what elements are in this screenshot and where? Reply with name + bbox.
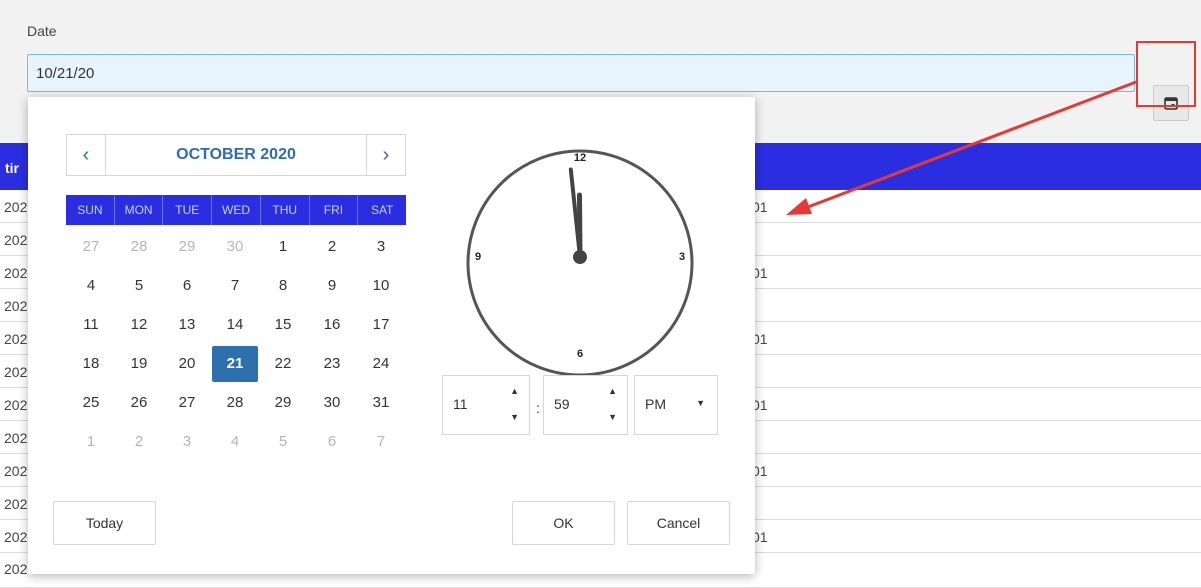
calendar-day[interactable]: 28: [212, 385, 258, 421]
ampm-select[interactable]: PM ▼: [634, 375, 718, 435]
cell-time: 202: [4, 529, 28, 545]
cell-time: 202: [4, 364, 28, 380]
calendar-day[interactable]: 25: [68, 385, 114, 421]
calendar-day[interactable]: 19: [116, 346, 162, 382]
cell-time: 202: [4, 199, 28, 215]
calendar-day[interactable]: 8: [260, 268, 306, 304]
calendar-day[interactable]: 23: [309, 346, 355, 382]
calendar-day[interactable]: 24: [358, 346, 404, 382]
cell-time: 202: [4, 331, 28, 347]
calendar-day[interactable]: 27: [164, 385, 210, 421]
day-of-week-label: WED: [212, 195, 261, 225]
clock-label-9: 9: [475, 251, 481, 263]
date-input[interactable]: [27, 54, 1135, 92]
month-title[interactable]: OCTOBER 2020: [105, 135, 367, 175]
days-of-week-header: SUN MON TUE WED THU FRI SAT: [66, 195, 406, 225]
calendar-day[interactable]: 5: [260, 424, 306, 460]
calendar-day[interactable]: 16: [309, 307, 355, 343]
hour-spinner[interactable]: 11 ▲ ▼: [442, 375, 530, 435]
table-header-label: tir: [5, 160, 19, 176]
calendar-day[interactable]: 5: [116, 268, 162, 304]
calendar-day[interactable]: 2: [309, 229, 355, 265]
month-navigation: ‹ OCTOBER 2020 ›: [66, 134, 406, 176]
ampm-value: PM: [645, 396, 666, 412]
prev-month-button[interactable]: ‹: [67, 135, 106, 175]
calendar-day[interactable]: 12: [116, 307, 162, 343]
chevron-right-icon: ›: [382, 143, 390, 166]
calendar-day[interactable]: 10: [358, 268, 404, 304]
calendar-day[interactable]: 15: [260, 307, 306, 343]
calendar-button[interactable]: [1153, 85, 1189, 121]
calendar-icon: [1164, 97, 1178, 110]
calendar-day[interactable]: 29: [260, 385, 306, 421]
next-month-button[interactable]: ›: [366, 135, 405, 175]
calendar-day-selected[interactable]: 21: [212, 346, 258, 382]
cell-time: 202: [4, 496, 28, 512]
cancel-button[interactable]: Cancel: [627, 501, 730, 545]
chevron-down-icon: ▼: [696, 398, 705, 408]
calendar-day[interactable]: 30: [309, 385, 355, 421]
calendar-day[interactable]: 13: [164, 307, 210, 343]
clock-label-12: 12: [574, 152, 586, 164]
calendar-day[interactable]: 2: [116, 424, 162, 460]
chevron-left-icon: ‹: [82, 143, 90, 166]
day-of-week-label: SUN: [66, 195, 115, 225]
calendar-day[interactable]: 28: [116, 229, 162, 265]
calendar-day[interactable]: 4: [68, 268, 114, 304]
datetime-picker-popup: ‹ OCTOBER 2020 › SUN MON TUE WED THU FRI SAT 2…: [28, 97, 755, 574]
calendar-day[interactable]: 31: [358, 385, 404, 421]
calendar-day[interactable]: 1: [68, 424, 114, 460]
day-of-week-label: THU: [261, 195, 310, 225]
calendar-day[interactable]: 7: [212, 268, 258, 304]
calendar-day[interactable]: 6: [309, 424, 355, 460]
calendar-day[interactable]: 1: [260, 229, 306, 265]
day-of-week-label: SAT: [370, 203, 394, 217]
cell-time: 202: [4, 232, 28, 248]
calendar-day[interactable]: 26: [116, 385, 162, 421]
clock-label-6: 6: [577, 348, 583, 360]
cell-time: 202: [4, 265, 28, 281]
calendar-day[interactable]: 30: [212, 229, 258, 265]
minute-value: 59: [554, 396, 570, 412]
date-label: Date: [27, 23, 57, 39]
minute-down-icon[interactable]: ▼: [608, 412, 617, 422]
time-separator: :: [536, 400, 540, 416]
cell-time: 202: [4, 430, 28, 446]
ok-button[interactable]: OK: [512, 501, 615, 545]
calendar-day[interactable]: 17: [358, 307, 404, 343]
cell-time: 202: [4, 397, 28, 413]
minute-up-icon[interactable]: ▲: [608, 386, 617, 396]
calendar-day[interactable]: 27: [68, 229, 114, 265]
day-of-week-label: FRI: [310, 195, 359, 225]
clock-label-3: 3: [679, 251, 685, 263]
calendar-day[interactable]: 11: [68, 307, 114, 343]
calendar-day[interactable]: 3: [164, 424, 210, 460]
calendar-day[interactable]: 22: [260, 346, 306, 382]
calendar-day[interactable]: 7: [358, 424, 404, 460]
calendar-day[interactable]: 3: [358, 229, 404, 265]
analog-clock: 12 3 6 9: [466, 149, 694, 377]
minute-spinner[interactable]: 59 ▲ ▼: [543, 375, 628, 435]
calendar-day[interactable]: 14: [212, 307, 258, 343]
cell-time: 202: [4, 298, 28, 314]
hour-value: 11: [453, 396, 468, 412]
day-of-week-label: TUE: [163, 195, 213, 225]
calendar-day[interactable]: 18: [68, 346, 114, 382]
hour-down-icon[interactable]: ▼: [510, 412, 519, 422]
today-button[interactable]: Today: [53, 501, 156, 545]
calendar-day[interactable]: 9: [309, 268, 355, 304]
cell-time: 202: [4, 463, 28, 479]
calendar-day[interactable]: 4: [212, 424, 258, 460]
day-of-week-label: MON: [115, 195, 164, 225]
calendar-day[interactable]: 29: [164, 229, 210, 265]
hour-up-icon[interactable]: ▲: [510, 386, 519, 396]
calendar-day[interactable]: 6: [164, 268, 210, 304]
calendar-day[interactable]: 20: [164, 346, 210, 382]
